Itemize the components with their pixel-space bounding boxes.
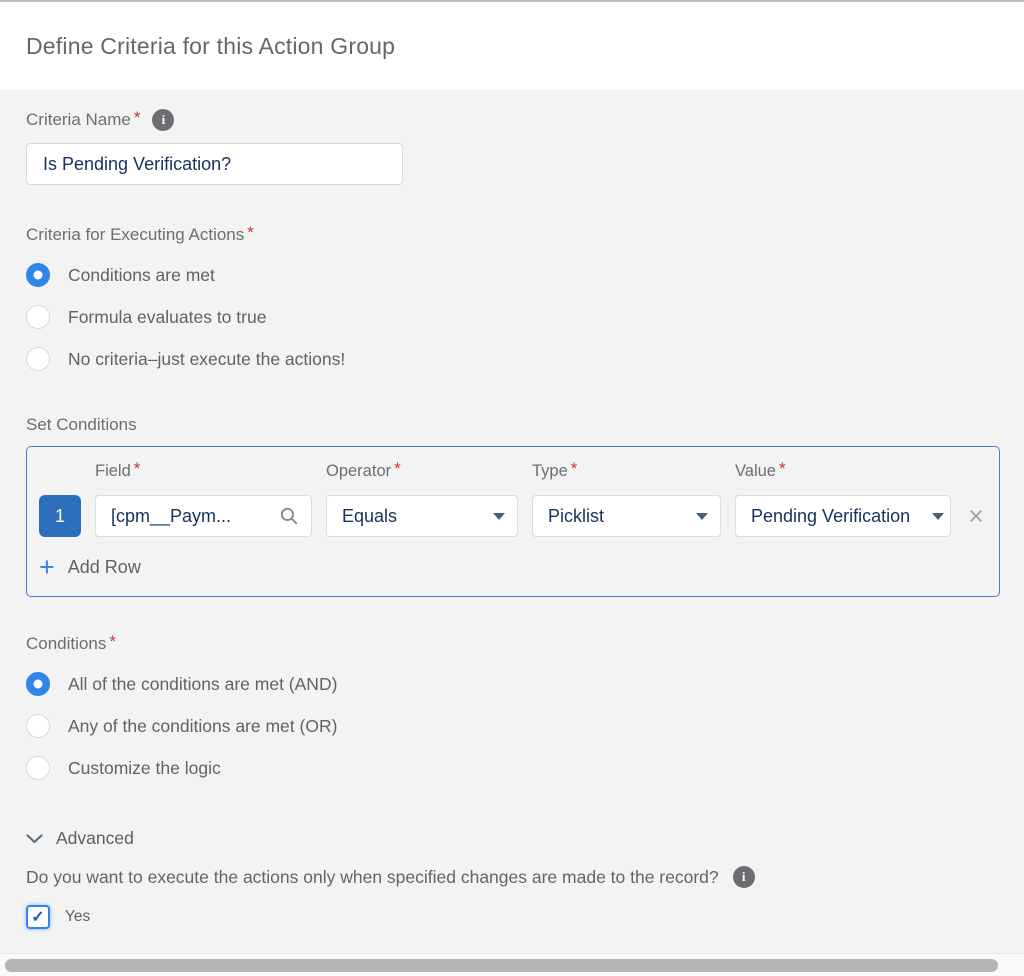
type-select[interactable]: Picklist <box>532 495 721 537</box>
chevron-down-icon <box>493 513 505 520</box>
required-asterisk: * <box>247 223 254 243</box>
radio-selected-icon[interactable] <box>26 672 50 696</box>
type-column-label: Type* <box>532 461 721 481</box>
horizontal-scrollbar-thumb[interactable] <box>5 959 998 972</box>
executing-actions-label: Criteria for Executing Actions <box>26 225 244 245</box>
yes-checkbox-label: Yes <box>65 908 90 926</box>
yes-checkbox[interactable]: ✓ <box>26 905 50 929</box>
add-row-button[interactable]: + Add Row <box>39 554 169 581</box>
advanced-toggle[interactable]: Advanced <box>26 828 1000 849</box>
set-conditions-label: Set Conditions <box>26 415 137 435</box>
chevron-down-icon <box>932 513 944 520</box>
horizontal-scrollbar-track[interactable] <box>0 953 1024 976</box>
required-asterisk: * <box>109 632 116 652</box>
criteria-name-input[interactable] <box>26 143 403 185</box>
executing-actions-section: Criteria for Executing Actions * Conditi… <box>26 225 1000 371</box>
radio-unselected-icon[interactable] <box>26 756 50 780</box>
yes-checkbox-row[interactable]: ✓ Yes <box>26 905 1000 929</box>
conditions-logic-label: Conditions <box>26 634 106 654</box>
condition-row-1: 1 [cpm__Paym... Equals Picklist <box>39 495 987 537</box>
conditions-box: Field* Operator* Type* Value* 1 [cpm__Pa… <box>26 446 1000 597</box>
radio-option-conditions-met[interactable]: Conditions are met <box>26 263 1000 287</box>
set-conditions-section: Set Conditions Field* Operator* Type* Va… <box>26 415 1000 597</box>
field-lookup-value: [cpm__Paym... <box>111 506 273 527</box>
required-asterisk: * <box>134 108 141 128</box>
radio-label: Conditions are met <box>68 265 215 286</box>
criteria-name-label: Criteria Name <box>26 110 131 130</box>
value-column-label: Value* <box>735 461 951 481</box>
panel-header: Define Criteria for this Action Group <box>0 2 1024 90</box>
operator-select[interactable]: Equals <box>326 495 518 537</box>
check-icon: ✓ <box>31 907 44 927</box>
conditions-header-row: Field* Operator* Type* Value* <box>39 461 987 481</box>
executing-actions-label-row: Criteria for Executing Actions * <box>26 225 1000 245</box>
conditions-logic-label-row: Conditions * <box>26 634 1000 654</box>
info-icon[interactable]: i <box>152 109 174 131</box>
radio-option-any-or[interactable]: Any of the conditions are met (OR) <box>26 714 1000 738</box>
operator-column-label: Operator* <box>326 461 518 481</box>
criteria-name-label-row: Criteria Name * i <box>26 109 1000 131</box>
radio-selected-icon[interactable] <box>26 263 50 287</box>
info-icon[interactable]: i <box>733 866 755 888</box>
radio-label: Any of the conditions are met (OR) <box>68 716 337 737</box>
chevron-down-icon <box>696 513 708 520</box>
field-column-label: Field* <box>95 461 312 481</box>
advanced-question-row: Do you want to execute the actions only … <box>26 866 1000 888</box>
operator-select-value: Equals <box>342 506 485 527</box>
radio-unselected-icon[interactable] <box>26 714 50 738</box>
plus-icon: + <box>39 554 55 581</box>
remove-row-icon[interactable]: × <box>965 503 987 530</box>
value-select-value: Pending Verification <box>751 506 938 527</box>
conditions-logic-section: Conditions * All of the conditions are m… <box>26 634 1000 780</box>
set-conditions-label-row: Set Conditions <box>26 415 1000 435</box>
page-title: Define Criteria for this Action Group <box>26 33 395 60</box>
chevron-down-icon <box>26 834 43 844</box>
radio-unselected-icon[interactable] <box>26 347 50 371</box>
radio-label: Formula evaluates to true <box>68 307 266 328</box>
radio-label: Customize the logic <box>68 758 221 779</box>
advanced-question-text: Do you want to execute the actions only … <box>26 867 719 888</box>
radio-option-formula-true[interactable]: Formula evaluates to true <box>26 305 1000 329</box>
advanced-label: Advanced <box>56 828 134 849</box>
radio-option-no-criteria[interactable]: No criteria–just execute the actions! <box>26 347 1000 371</box>
radio-option-all-and[interactable]: All of the conditions are met (AND) <box>26 672 1000 696</box>
radio-unselected-icon[interactable] <box>26 305 50 329</box>
radio-label: All of the conditions are met (AND) <box>68 674 337 695</box>
criteria-form-panel: Criteria Name * i Criteria for Executing… <box>0 90 1024 953</box>
row-number-badge: 1 <box>39 495 81 537</box>
value-select[interactable]: Pending Verification <box>735 495 951 537</box>
add-row-label: Add Row <box>68 557 141 578</box>
type-select-value: Picklist <box>548 506 688 527</box>
radio-option-custom-logic[interactable]: Customize the logic <box>26 756 1000 780</box>
radio-label: No criteria–just execute the actions! <box>68 349 345 370</box>
search-icon <box>279 506 299 526</box>
field-lookup-input[interactable]: [cpm__Paym... <box>95 495 312 537</box>
